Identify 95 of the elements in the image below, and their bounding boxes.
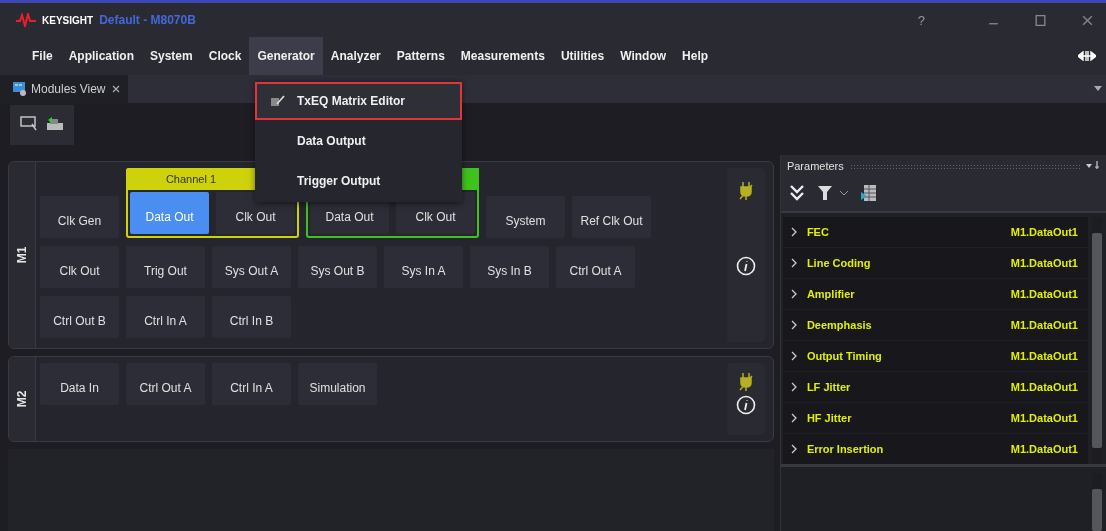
parameter-row[interactable]: Line Coding M1.DataOut1 <box>782 248 1088 278</box>
chevron-icon[interactable] <box>790 444 797 454</box>
menu-item[interactable]: Generator <box>249 37 323 75</box>
menu-item[interactable]: Patterns <box>388 37 453 75</box>
module-tile[interactable]: Ctrl Out B <box>40 296 119 338</box>
menu-option-label: Trigger Output <box>297 174 381 188</box>
module-label: M1 <box>15 246 29 264</box>
channel-title: Channel 1 <box>126 168 256 190</box>
maximize-icon[interactable] <box>1034 13 1047 27</box>
parameter-value: M1.DataOut1 <box>1010 350 1078 362</box>
module-tile[interactable]: Simulation <box>298 363 377 405</box>
chevron-icon[interactable] <box>790 258 797 268</box>
parameter-name: LF Jitter <box>806 381 851 393</box>
menu-item[interactable]: Analyzer <box>322 37 389 75</box>
close-icon[interactable] <box>1081 13 1094 27</box>
tab[interactable]: Modules View <box>0 75 129 103</box>
parameter-name: Output Timing <box>806 350 882 362</box>
edit-matrix-icon <box>271 95 285 107</box>
menu-item[interactable]: Measurements <box>452 37 553 75</box>
scrollbar[interactable] <box>1092 473 1102 531</box>
pin-icon[interactable] <box>1086 161 1100 171</box>
chevron-icon[interactable] <box>790 289 797 299</box>
resize-arrows-icon[interactable] <box>1078 51 1096 61</box>
parameter-row[interactable]: HF Jitter M1.DataOut1 <box>782 403 1088 433</box>
chevron-icon[interactable] <box>790 227 797 237</box>
menu-item[interactable]: Application <box>60 37 142 75</box>
parameter-name: HF Jitter <box>806 412 852 424</box>
filter-icon[interactable] <box>816 184 833 202</box>
modules-icon <box>12 81 28 97</box>
collapse-all-icon[interactable] <box>788 184 805 202</box>
module-tile[interactable]: Sys Out B <box>298 246 377 288</box>
chevron-icon[interactable] <box>790 320 797 330</box>
module-tile[interactable]: Trig Out <box>126 246 205 288</box>
parameter-value: M1.DataOut1 <box>1010 412 1078 424</box>
parameter-name: Error Insertion <box>806 443 884 455</box>
select-area-icon[interactable] <box>20 115 38 131</box>
table-icon[interactable] <box>860 184 877 202</box>
panel-title: Parameters <box>786 160 844 172</box>
parameter-name: FEC <box>806 226 829 238</box>
info-icon[interactable] <box>735 395 756 415</box>
window-title: Default - M8070B <box>99 13 196 27</box>
plug-icon[interactable] <box>738 373 753 391</box>
menu-item[interactable]: Utilities <box>552 37 613 75</box>
menu-option[interactable]: TxEQ Matrix Editor <box>255 82 462 120</box>
parameter-value: M1.DataOut1 <box>1010 257 1078 269</box>
parameter-value: M1.DataOut1 <box>1010 443 1078 455</box>
module-tile[interactable]: Ref Clk Out <box>572 196 651 238</box>
parameter-row[interactable]: Error Insertion M1.DataOut1 <box>782 434 1088 464</box>
module-label: M2 <box>15 390 29 408</box>
module-tile[interactable]: Sys Out A <box>212 246 291 288</box>
menu-item[interactable]: File <box>24 37 61 75</box>
menu-option-label: TxEQ Matrix Editor <box>297 94 406 108</box>
module-tile[interactable]: Sys In B <box>470 246 549 288</box>
info-icon[interactable] <box>735 256 756 276</box>
menu-item[interactable]: Clock <box>200 37 250 75</box>
menu-option-label: Data Output <box>297 134 366 148</box>
menu-item[interactable]: Window <box>612 37 675 75</box>
module-tile[interactable]: Data In <box>40 363 119 405</box>
menu-option[interactable]: Data Output <box>255 122 462 160</box>
module-tile[interactable]: Ctrl In B <box>212 296 291 338</box>
brand-name: KEYSIGHT <box>42 14 94 26</box>
module-add-icon[interactable] <box>46 115 64 131</box>
caret-icon[interactable] <box>838 190 849 196</box>
module-tile[interactable]: System <box>486 196 565 238</box>
module-tile[interactable]: Sys In A <box>384 246 463 288</box>
parameter-row[interactable]: Deemphasis M1.DataOut1 <box>782 310 1088 340</box>
module-tile[interactable]: Clk Gen <box>40 196 119 238</box>
scrollbar[interactable] <box>1092 217 1102 464</box>
chevron-icon[interactable] <box>790 413 797 423</box>
parameter-name: Amplifier <box>806 288 855 300</box>
parameter-value: M1.DataOut1 <box>1010 288 1078 300</box>
parameter-row[interactable]: Output Timing M1.DataOut1 <box>782 341 1088 371</box>
module-tile[interactable]: Ctrl Out A <box>126 363 205 405</box>
parameter-name: Deemphasis <box>806 319 872 331</box>
parameter-value: M1.DataOut1 <box>1010 319 1078 331</box>
plug-icon[interactable] <box>738 182 753 200</box>
parameter-row[interactable]: Amplifier M1.DataOut1 <box>782 279 1088 309</box>
parameter-value: M1.DataOut1 <box>1010 381 1078 393</box>
module-tile[interactable]: Clk Out <box>40 246 119 288</box>
module-tile[interactable]: Ctrl In A <box>126 296 205 338</box>
parameter-row[interactable]: FEC M1.DataOut1 <box>782 217 1088 247</box>
parameter-value: M1.DataOut1 <box>1010 226 1078 238</box>
caret-icon[interactable] <box>1094 86 1102 92</box>
menu-item[interactable]: Help <box>674 37 717 75</box>
help-button[interactable]: ? <box>917 12 925 28</box>
menu-item[interactable]: System <box>142 37 201 75</box>
close-icon[interactable] <box>112 85 121 93</box>
parameter-name: Line Coding <box>806 257 871 269</box>
chevron-icon[interactable] <box>790 382 797 392</box>
logo-icon <box>16 13 36 27</box>
module-tile[interactable]: Ctrl Out A <box>556 246 635 288</box>
chevron-icon[interactable] <box>790 351 797 361</box>
parameter-row[interactable]: LF Jitter M1.DataOut1 <box>782 372 1088 402</box>
module-tile[interactable]: Ctrl In A <box>212 363 291 405</box>
tab-label: Modules View <box>31 82 106 96</box>
